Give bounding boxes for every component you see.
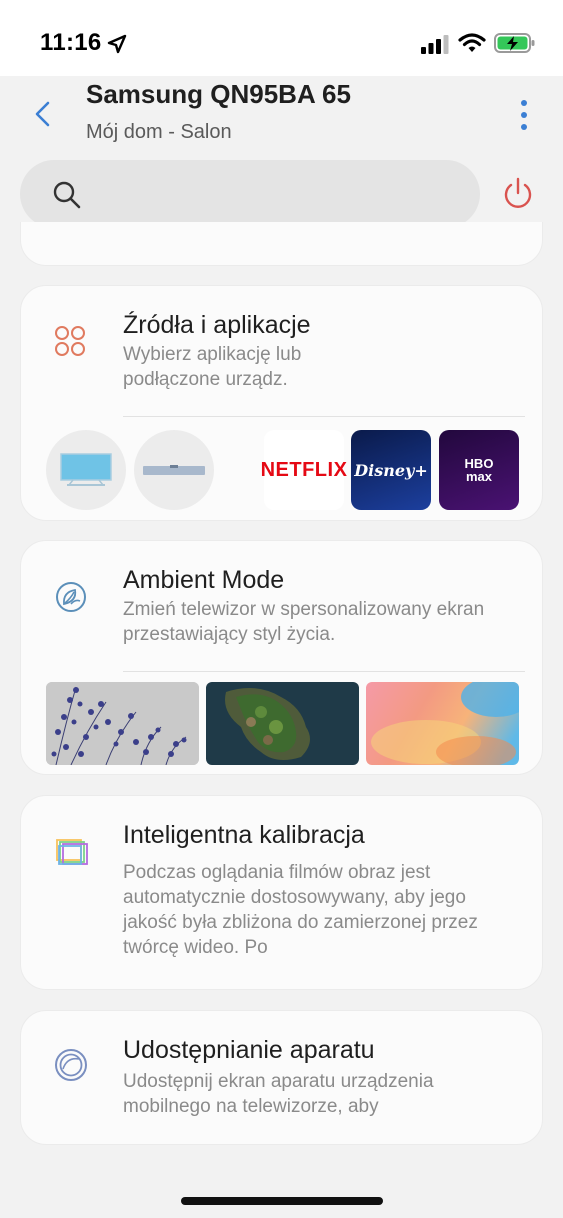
intelligent-calibration-card[interactable]: Inteligentna kalibracja Podczas oglądani… xyxy=(20,795,543,990)
ambient-leaf-icon xyxy=(56,582,86,612)
calibration-icon xyxy=(56,839,88,865)
soundbar-source-button[interactable] xyxy=(134,430,214,510)
battery-charging-icon xyxy=(494,33,535,53)
card-description: Udostępnij ekran aparatu urządzenia mobi… xyxy=(123,1071,434,1117)
card-description: Podczas oglądania filmów obraz jest auto… xyxy=(123,862,478,958)
soundbar-icon xyxy=(143,465,205,475)
divider xyxy=(123,671,525,672)
ambient-thumbnail-gradient[interactable] xyxy=(366,682,519,765)
tv-source-button[interactable] xyxy=(46,430,126,510)
sources-apps-card[interactable]: Źródła i aplikacje Wybierz aplikację lub… xyxy=(20,285,543,521)
gradient-image xyxy=(371,682,519,765)
wifi-icon xyxy=(458,33,486,52)
home-indicator[interactable] xyxy=(181,1197,383,1205)
disney-plus-app-tile[interactable]: Disney+ xyxy=(351,430,431,510)
previous-card xyxy=(20,222,543,266)
disney-plus-label: Disney+ xyxy=(354,460,428,480)
card-title: Udostępnianie aparatu xyxy=(123,1036,375,1064)
hbo-max-app-tile[interactable]: HBO max xyxy=(439,430,519,510)
more-options-icon[interactable] xyxy=(514,98,534,132)
power-button[interactable] xyxy=(500,176,536,212)
card-description: Wybierz aplikację lub podłączone urządz. xyxy=(123,344,302,390)
device-location: Mój dom - Salon xyxy=(86,121,232,143)
flowers-image xyxy=(46,682,199,765)
app-header: Samsung QN95BA 65 Mój dom - Salon xyxy=(0,76,563,246)
camera-sharing-card[interactable]: Udostępnianie aparatu Udostępnij ekran a… xyxy=(20,1010,543,1145)
card-description: Zmień telewizor w spersonalizowany ekran… xyxy=(123,599,485,645)
apps-grid-icon xyxy=(55,326,85,356)
camera-share-icon xyxy=(55,1049,87,1081)
netflix-app-tile[interactable]: NETFLIX xyxy=(261,430,347,510)
netflix-label: NETFLIX xyxy=(260,458,348,481)
status-time: 11:16 xyxy=(40,29,102,56)
back-button[interactable] xyxy=(30,98,56,130)
cellular-signal-icon xyxy=(421,35,449,54)
search-icon xyxy=(53,181,81,209)
location-arrow-icon xyxy=(107,34,127,54)
status-bar: 11:16 xyxy=(0,0,563,76)
ambient-thumbnail-flowers[interactable] xyxy=(46,682,199,765)
card-title: Inteligentna kalibracja xyxy=(123,821,365,849)
tv-icon xyxy=(60,453,112,486)
hbo-max-label: HBO max xyxy=(464,456,494,484)
card-title: Źródła i aplikacje xyxy=(123,311,311,339)
device-title: Samsung QN95BA 65 xyxy=(86,79,351,109)
ambient-mode-card[interactable]: Ambient Mode Zmień telewizor w spersonal… xyxy=(20,540,543,775)
card-title: Ambient Mode xyxy=(123,566,285,594)
search-input[interactable] xyxy=(20,160,480,228)
ambient-thumbnail-island[interactable] xyxy=(206,682,359,765)
divider xyxy=(123,416,525,417)
island-image xyxy=(206,682,359,765)
